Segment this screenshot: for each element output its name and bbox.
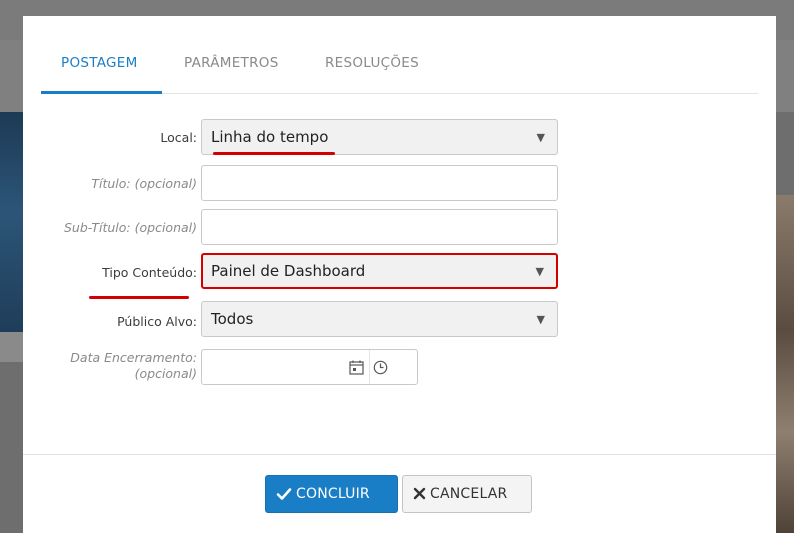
subtitulo-input[interactable] [201,209,558,245]
concluir-button[interactable]: CONCLUIR [265,475,398,513]
backdrop-left-lower [0,332,24,362]
cancelar-button[interactable]: CANCELAR [402,475,532,513]
check-icon [276,488,292,500]
tab-resolucoes[interactable]: RESOLUÇÕES [325,55,419,71]
clock-icon[interactable] [373,360,388,375]
titulo-input[interactable] [201,165,558,201]
modal-footer: CONCLUIR CANCELAR [23,454,776,533]
backdrop-image-left [0,112,24,332]
concluir-label: CONCLUIR [296,486,370,502]
annotation-underline-tipo [89,296,189,299]
date-divider [369,350,370,384]
form-labels: Local: Título: (opcional) Sub-Título: (o… [23,16,197,416]
label-data-encerramento-opcional: (opcional) [134,366,197,381]
backdrop-image-right [776,195,794,533]
post-modal: POSTAGEM PARÂMETROS RESOLUÇÕES Local: Tí… [23,16,776,533]
calendar-icon[interactable] [349,360,364,375]
cancelar-label: CANCELAR [430,486,508,502]
label-data-encerramento: Data Encerramento: [70,350,197,365]
label-tipo-conteudo: Tipo Conteúdo: [102,265,197,280]
publico-alvo-value: Todos [211,310,254,328]
caret-down-icon: ▼ [536,313,545,326]
x-icon [413,487,426,500]
caret-down-icon: ▼ [535,265,544,278]
label-subtitulo: Sub-Título: (opcional) [63,220,197,235]
label-local: Local: [160,130,197,145]
tipo-conteudo-value: Painel de Dashboard [211,262,366,280]
publico-alvo-select[interactable]: Todos ▼ [201,301,558,337]
tab-parametros[interactable]: PARÂMETROS [184,55,279,71]
caret-down-icon: ▼ [536,131,545,144]
tipo-conteudo-select[interactable]: Painel de Dashboard ▼ [201,253,558,289]
local-select[interactable]: Linha do tempo ▼ [201,119,558,155]
data-encerramento-input[interactable] [201,349,418,385]
label-titulo: Título: (opcional) [91,176,197,191]
local-select-value: Linha do tempo [211,128,329,146]
annotation-underline-local [213,152,335,155]
label-publico-alvo: Público Alvo: [117,314,197,329]
